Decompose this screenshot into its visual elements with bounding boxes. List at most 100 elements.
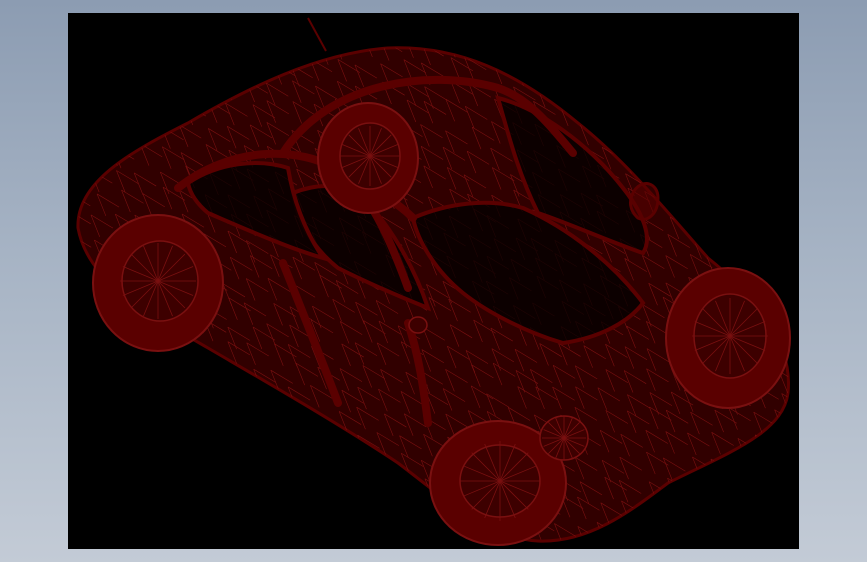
mesh-edge: [774, 517, 785, 540]
mesh-edge: [162, 83, 173, 106]
mesh-edge: [178, 497, 188, 521]
mesh-edge: [117, 453, 140, 468]
mesh-edge: [268, 548, 277, 549]
mesh-edge: [557, 548, 579, 549]
mesh-edge: [250, 47, 273, 49]
mesh-edge: [778, 55, 789, 70]
mesh-edge: [686, 174, 710, 189]
mesh-edge: [98, 388, 121, 403]
mesh-edge: [246, 547, 268, 549]
mesh-edge: [684, 80, 707, 95]
mesh-edge: [161, 47, 185, 51]
mesh-edge: [644, 81, 655, 104]
mesh-edge: [691, 149, 701, 173]
mesh-edge: [268, 548, 290, 549]
mesh-edge: [712, 478, 735, 492]
mesh-edge: [77, 167, 98, 182]
mesh-edge: [750, 538, 761, 542]
mesh-edge: [363, 47, 386, 49]
mesh-edge: [773, 120, 789, 135]
mesh-edge: [779, 431, 789, 455]
mesh-edge: [114, 62, 137, 77]
mesh-edge: [161, 47, 171, 60]
mesh-edge: [732, 127, 755, 142]
mesh-edge: [118, 362, 128, 386]
mesh-edge: [112, 408, 135, 423]
mesh-edge: [684, 540, 694, 542]
mesh-edge: [340, 519, 363, 534]
mesh-edge: [245, 58, 269, 73]
mesh-edge: [77, 257, 86, 281]
mesh-edge: [121, 126, 131, 150]
mesh-edge: [293, 498, 316, 512]
mesh-edge: [97, 372, 121, 386]
mesh-edge: [77, 436, 95, 450]
mesh-edge: [137, 124, 147, 147]
mesh-edge: [118, 545, 140, 549]
mesh-edge: [137, 521, 161, 535]
mesh-edge: [138, 477, 148, 501]
mesh-edge: [77, 81, 82, 104]
mesh-edge: [794, 148, 799, 170]
mesh-edge: [362, 504, 373, 527]
mesh-edge: [290, 473, 300, 497]
mesh-edge: [643, 502, 666, 517]
mesh-edge: [156, 542, 178, 549]
mesh-edge: [266, 480, 289, 494]
mesh-edge: [664, 59, 687, 74]
mesh-edge: [77, 47, 82, 61]
mesh-edge: [77, 126, 93, 141]
mesh-edge: [77, 47, 96, 53]
mesh-edge: [641, 47, 651, 58]
mesh-edge: [97, 372, 107, 395]
mesh-edge: [77, 408, 79, 431]
mesh-edge: [77, 408, 92, 423]
mesh-edge: [354, 473, 364, 496]
mesh-edge: [201, 416, 225, 430]
mesh-edge: [289, 47, 299, 56]
mesh-edge: [797, 263, 799, 285]
mesh-edge: [557, 548, 566, 549]
mesh-edge: [185, 543, 207, 549]
mesh-edge: [490, 546, 512, 549]
mesh-edge: [295, 432, 319, 447]
mesh-edge: [179, 456, 202, 471]
mesh-edge: [650, 546, 659, 549]
mesh-edge: [399, 500, 409, 524]
mesh-edge: [781, 104, 789, 119]
mesh-edge: [116, 342, 127, 365]
mesh-edge: [292, 409, 302, 433]
mesh-edge: [797, 284, 799, 297]
mesh-edge: [532, 543, 554, 549]
mesh-edge: [402, 524, 412, 542]
mesh-edge: [315, 452, 326, 476]
mesh-edge: [688, 214, 698, 237]
mesh-edge: [142, 406, 166, 421]
mesh-edge: [576, 105, 599, 119]
mesh-edge: [77, 474, 92, 489]
mesh-edge: [272, 521, 283, 542]
mesh-edge: [354, 473, 377, 488]
mesh-edge: [180, 521, 190, 542]
mesh-edge: [206, 475, 216, 498]
mesh-edge: [756, 237, 766, 261]
mesh-edge: [223, 387, 234, 410]
mesh-edge: [775, 145, 789, 160]
mesh-edge: [553, 55, 563, 78]
mesh-edge: [574, 55, 584, 78]
mesh-edge: [794, 393, 799, 415]
mesh-edge: [251, 409, 261, 433]
mesh-edge: [182, 409, 206, 424]
mesh-edge: [778, 208, 788, 232]
mesh-edge: [91, 47, 114, 49]
mesh-edge: [97, 496, 107, 519]
cad-viewport[interactable]: [68, 13, 799, 549]
mesh-edge: [207, 34, 229, 47]
mesh-edge: [385, 477, 395, 500]
mesh-edge: [136, 106, 159, 120]
mesh-edge: [669, 499, 679, 522]
mesh-edge: [229, 476, 253, 490]
mesh-edge: [116, 84, 126, 107]
mesh-edge: [794, 393, 799, 406]
mesh-edge: [165, 63, 188, 78]
